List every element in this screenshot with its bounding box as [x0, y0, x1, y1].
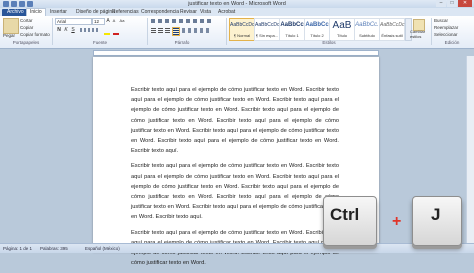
title-bar: justificar texto en Word - Microsoft Wor…: [0, 0, 474, 8]
font-size-input[interactable]: 12: [92, 18, 105, 25]
style-subtitle[interactable]: AaBbCc. Subtítulo: [354, 18, 380, 41]
tab-references[interactable]: Referencias: [112, 9, 139, 16]
style-no-spacing[interactable]: AaBbCcDc ¶ Sin espa...: [254, 18, 280, 41]
style-heading-1[interactable]: AaBbCc Título 1: [279, 18, 305, 41]
paste-icon[interactable]: [3, 18, 19, 34]
divider: [52, 18, 53, 45]
tab-view[interactable]: Vista: [200, 9, 211, 16]
ruler[interactable]: [93, 50, 379, 56]
align-right-icon[interactable]: [165, 28, 170, 33]
list-buttons-icons[interactable]: [151, 19, 211, 23]
j-key-label: J: [431, 205, 441, 224]
font-color-icon[interactable]: [113, 28, 119, 35]
change-case-button[interactable]: Aa: [118, 18, 126, 24]
bold-button[interactable]: N: [56, 27, 62, 33]
editing-group-label: Edición: [444, 40, 460, 45]
select-button[interactable]: Seleccionar: [434, 32, 458, 37]
cut-button[interactable]: Cortar: [20, 18, 33, 23]
ribbon: Pegar Cortar Copiar Copiar formato Porta…: [0, 16, 474, 49]
ribbon-tabs: Archivo Inicio Insertar Diseño de página…: [0, 8, 474, 16]
word-count[interactable]: Palabras: 395: [40, 246, 68, 251]
window-title: justificar texto en Word - Microsoft Wor…: [188, 1, 286, 7]
font-formatting-icons[interactable]: [80, 28, 100, 32]
align-center-icon[interactable]: [158, 28, 163, 33]
style-subtle-emphasis[interactable]: AaBbCcDc Énfasis sutil: [379, 18, 405, 41]
tab-file[interactable]: Archivo: [2, 9, 29, 16]
change-styles-button[interactable]: Cambiar estilos: [410, 29, 430, 39]
paragraph-1[interactable]: Escribir texto aquí para el ejemplo de c…: [131, 85, 339, 156]
close-button[interactable]: ✕: [458, 0, 472, 7]
copy-button[interactable]: Copiar: [20, 25, 33, 30]
tab-review[interactable]: Revisar: [180, 9, 197, 16]
paragraph-2[interactable]: Escribir texto aquí para el ejemplo de c…: [131, 161, 339, 222]
align-left-icon[interactable]: [151, 28, 156, 33]
divider: [147, 18, 148, 45]
tab-mailings[interactable]: Correspondencia: [141, 9, 179, 16]
style-heading-2[interactable]: AaBbCc Título 2: [304, 18, 330, 41]
ctrl-key: Ctrl: [323, 196, 377, 246]
find-button[interactable]: Buscar: [434, 18, 448, 23]
vertical-scrollbar[interactable]: [466, 56, 474, 243]
paragraph-group-label: Párrafo: [174, 40, 190, 45]
j-key: J: [412, 196, 462, 246]
format-painter-button[interactable]: Copiar formato: [20, 32, 50, 37]
style-normal[interactable]: AaBbCcDc ¶ Normal: [229, 18, 255, 41]
divider: [226, 18, 227, 45]
highlight-icon[interactable]: [104, 28, 110, 35]
paste-button[interactable]: Pegar: [3, 33, 15, 38]
plus-sign: +: [392, 213, 402, 230]
styles-group-label: Estilos: [322, 40, 336, 45]
shrink-font-button[interactable]: A: [111, 18, 117, 24]
font-name-input[interactable]: Arial: [55, 18, 92, 25]
justify-icon[interactable]: [172, 27, 180, 36]
page-count[interactable]: Página: 1 de 1: [3, 246, 32, 251]
clipboard-group-label: Portapapeles: [12, 40, 40, 45]
ctrl-key-label: Ctrl: [330, 205, 360, 224]
language-indicator[interactable]: Español (México): [85, 246, 120, 251]
minimize-button[interactable]: –: [436, 0, 446, 7]
font-group-label: Fuente: [92, 40, 107, 45]
style-title[interactable]: AaB Título: [329, 18, 355, 41]
tab-acrobat[interactable]: Acrobat: [218, 9, 235, 16]
tab-page-layout[interactable]: Diseño de página: [76, 9, 115, 16]
tab-home[interactable]: Inicio: [26, 8, 46, 16]
paragraph-spacing-icons[interactable]: [182, 28, 210, 33]
tab-insert[interactable]: Insertar: [50, 9, 67, 16]
underline-button[interactable]: S: [70, 27, 76, 33]
italic-button[interactable]: K: [63, 27, 69, 33]
maximize-button[interactable]: □: [447, 0, 457, 7]
replace-button[interactable]: Reemplazar: [434, 25, 458, 30]
